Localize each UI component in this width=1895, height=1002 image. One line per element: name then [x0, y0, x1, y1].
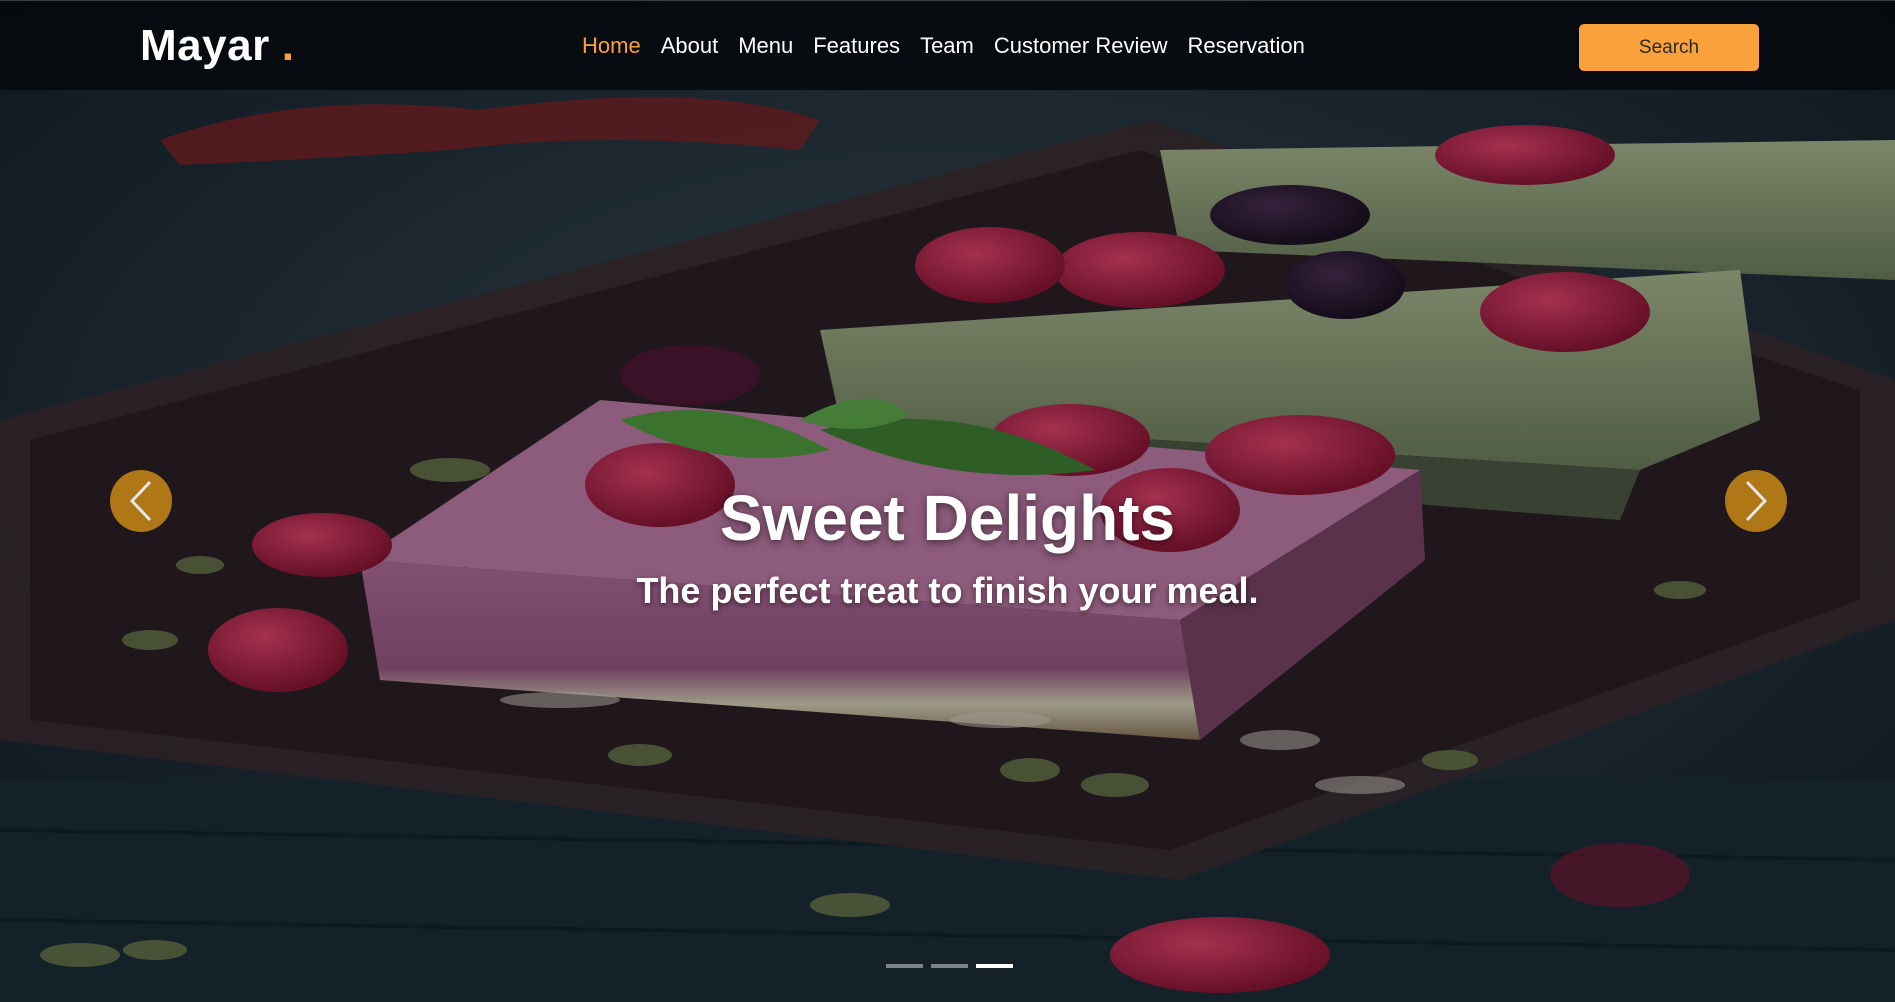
carousel-next-button[interactable]: [1725, 470, 1787, 532]
nav-link-features[interactable]: Features: [813, 30, 900, 62]
brand-dot: .: [281, 21, 295, 70]
slide-title: Sweet Delights: [719, 482, 1176, 554]
nav-link-reservation[interactable]: Reservation: [1187, 30, 1304, 62]
hero-carousel: Sweet Delights The perfect treat to fini…: [0, 0, 1895, 1002]
search-button[interactable]: Search: [1579, 24, 1759, 71]
brand-name: Mayar: [140, 21, 270, 70]
carousel-indicators: [886, 964, 1013, 968]
nav-link-team[interactable]: Team: [920, 30, 974, 62]
brand-logo[interactable]: Mayar .: [140, 19, 294, 73]
chevron-left-icon: [129, 480, 152, 522]
top-navbar: Mayar . Home About Menu Features Team Cu…: [0, 0, 1895, 90]
main-nav: Home About Menu Features Team Customer R…: [582, 30, 1305, 62]
nav-link-customer-review[interactable]: Customer Review: [994, 30, 1168, 62]
nav-link-about[interactable]: About: [661, 30, 719, 62]
chevron-right-icon: [1745, 480, 1768, 522]
slide-subtitle: The perfect treat to finish your meal.: [636, 570, 1259, 611]
carousel-indicator-2[interactable]: [931, 964, 968, 968]
nav-link-menu[interactable]: Menu: [738, 30, 793, 62]
carousel-indicator-1[interactable]: [886, 964, 923, 968]
carousel-indicator-3[interactable]: [976, 964, 1013, 968]
nav-link-home[interactable]: Home: [582, 30, 641, 62]
carousel-prev-button[interactable]: [110, 470, 172, 532]
